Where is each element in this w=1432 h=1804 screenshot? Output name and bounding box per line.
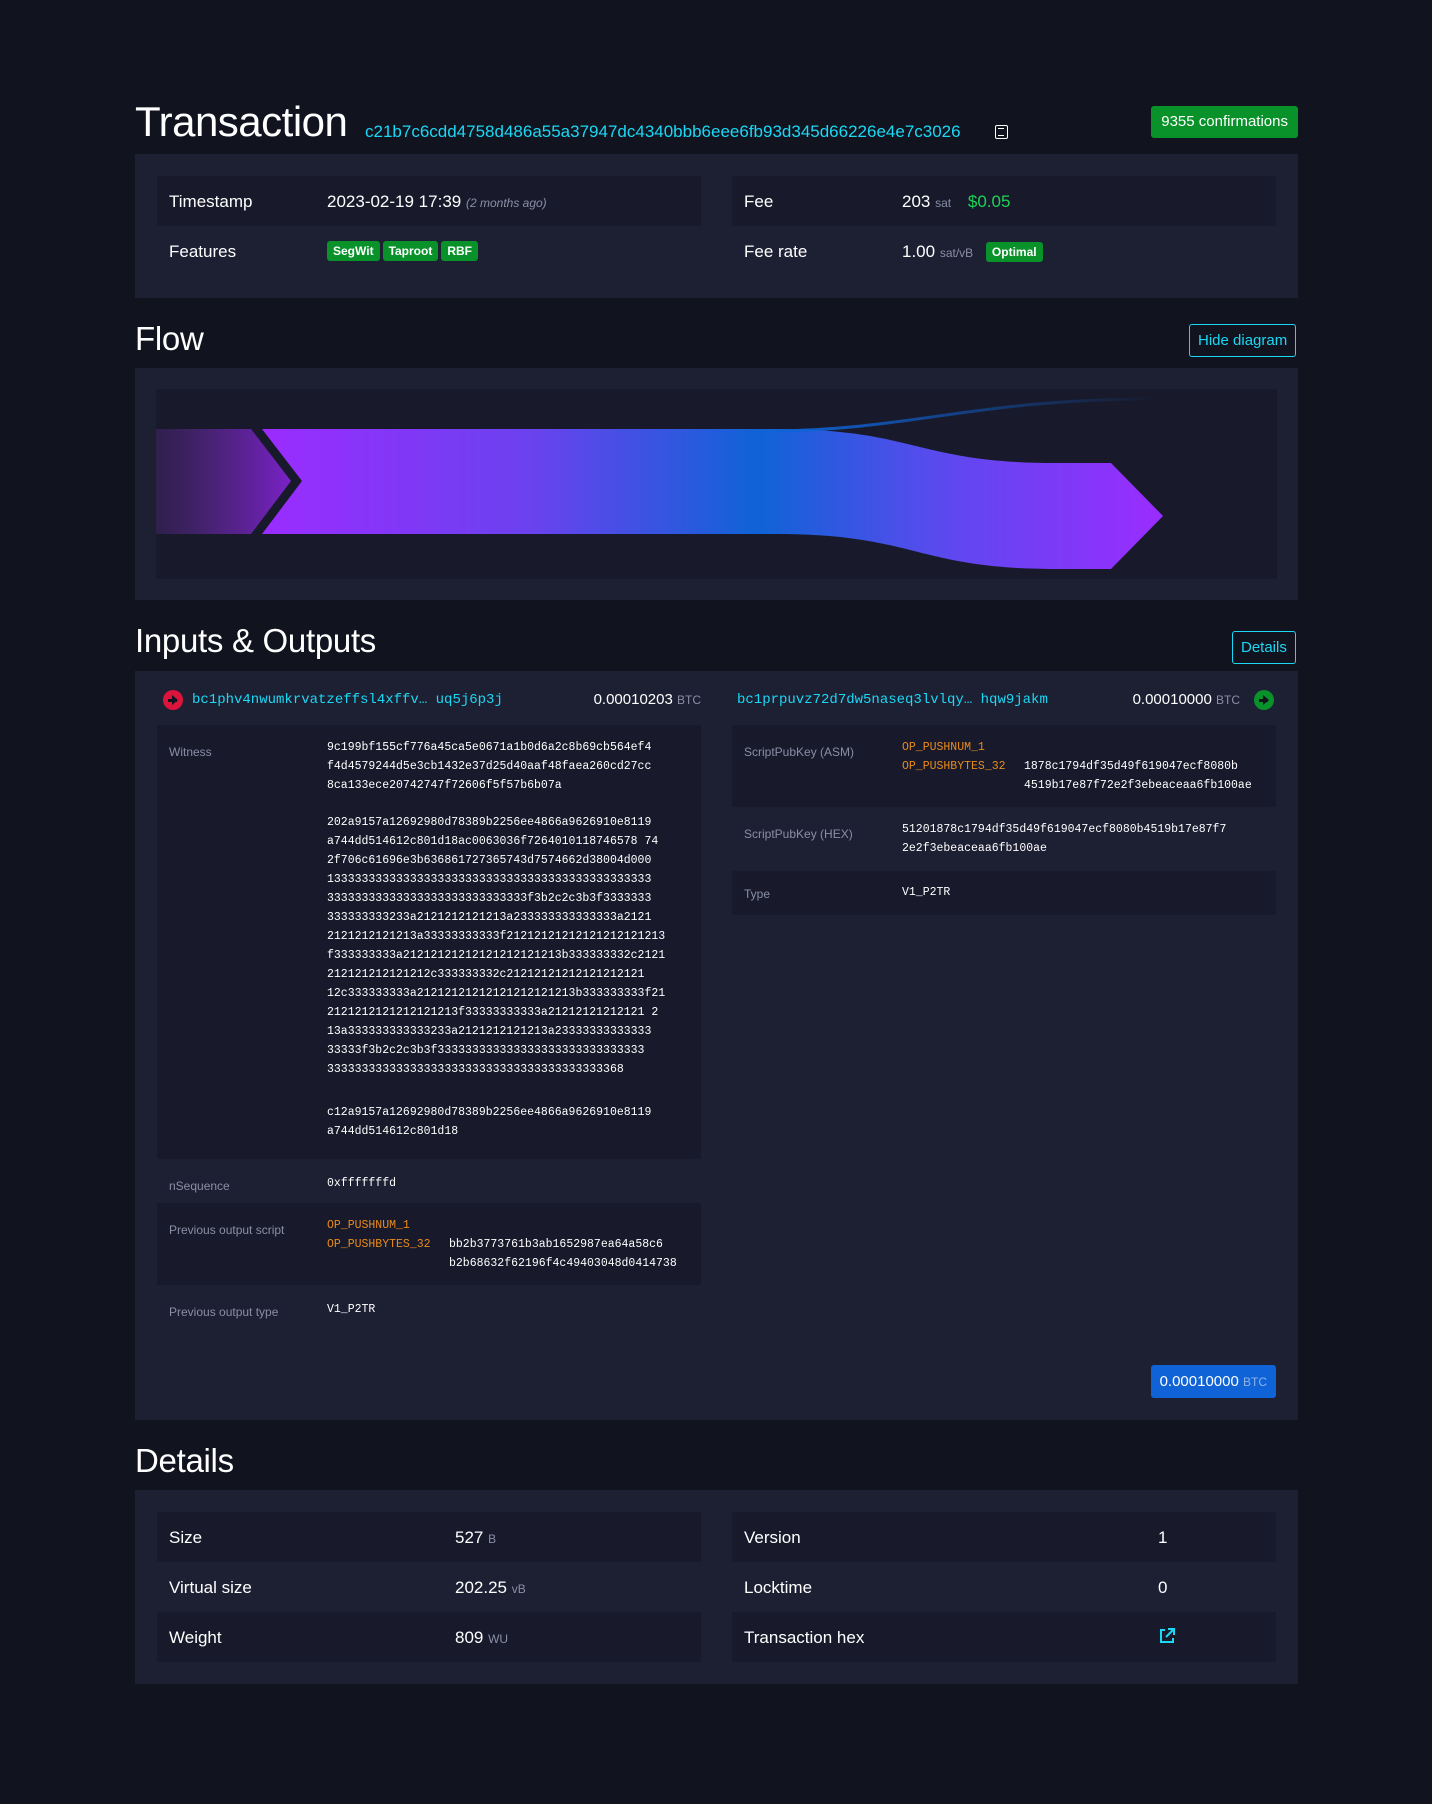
- prev-type-label: Previous output type: [169, 1305, 279, 1319]
- io-title: Inputs & Outputs: [135, 622, 377, 659]
- tx-hex-row: Transaction hex: [732, 1612, 1276, 1662]
- witness-label: Witness: [169, 745, 212, 759]
- feerate-badge: Optimal: [985, 242, 1043, 262]
- asm-label: ScriptPubKey (ASM): [744, 745, 855, 759]
- feature-badge-segwit[interactable]: SegWit: [327, 241, 380, 261]
- total-amount: 0.00010000: [1159, 1373, 1239, 1390]
- vsize-unit: vB: [511, 1582, 526, 1596]
- witness-item-1: 9c199bf155cf776a45ca5e0671a1b0d6a2c8b69c…: [327, 741, 652, 792]
- prev-type-value: V1_P2TR: [327, 1303, 376, 1316]
- confirmations-badge: 9355 confirmations: [1151, 106, 1298, 138]
- witness-item-2: 202a9157a12692980d78389b2256ee4866a96269…: [327, 816, 666, 1076]
- input-address-row: bc1phv4nwumkrvatzeffsl4xffv… uq5j6p3j 0.…: [163, 689, 701, 715]
- prev-script-op2: OP_PUSHBYTES_32: [327, 1238, 431, 1251]
- summary-panel: Timestamp 2023-02-19 17:39 (2 months ago…: [135, 154, 1298, 298]
- hex-row: ScriptPubKey (HEX) 51201878c1794df35d49f…: [732, 807, 1276, 871]
- weight-value: 809: [455, 1628, 484, 1647]
- fee-value: 203: [902, 192, 931, 211]
- prev-script-data: bb2b3773761b3ab1652987ea64a58c6 b2b68632…: [449, 1238, 677, 1270]
- tx-hex-label: Transaction hex: [744, 1628, 865, 1647]
- output-unit: BTC: [1216, 693, 1240, 707]
- vsize-value: 202.25: [455, 1578, 507, 1597]
- vsize-row: Virtual size 202.25 vB: [157, 1562, 701, 1612]
- weight-unit: WU: [488, 1632, 509, 1646]
- version-row: Version 1: [732, 1512, 1276, 1562]
- feerate-row: Fee rate 1.00 sat/vB Optimal: [732, 226, 1276, 276]
- timestamp-row: Timestamp 2023-02-19 17:39 (2 months ago…: [157, 176, 701, 226]
- output-arrow-icon[interactable]: [1254, 690, 1274, 710]
- prev-type-row: Previous output type V1_P2TR: [157, 1285, 701, 1331]
- feature-badge-taproot[interactable]: Taproot: [382, 241, 439, 261]
- fee-row: Fee 203 sat $0.05: [732, 176, 1276, 226]
- input-address[interactable]: bc1phv4nwumkrvatzeffsl4xffv… uq5j6p3j: [192, 692, 503, 708]
- size-row: Size 527 B: [157, 1512, 701, 1562]
- input-unit: BTC: [677, 693, 701, 707]
- witness-block: Witness 9c199bf155cf776a45ca5e0671a1b0d6…: [157, 725, 701, 1159]
- witness-item-3: c12a9157a12692980d78389b2256ee4866a96269…: [327, 1106, 652, 1138]
- txid-link[interactable]: c21b7c6cdd4758d486a55a37947dc4340bbb6eee…: [365, 122, 961, 142]
- prev-script-label: Previous output script: [169, 1223, 285, 1237]
- hide-diagram-button[interactable]: Hide diagram: [1189, 324, 1297, 357]
- timestamp-value: 2023-02-19 17:39: [327, 192, 462, 211]
- feerate-label: Fee rate: [744, 242, 808, 261]
- asm-row: ScriptPubKey (ASM) OP_PUSHNUM_1 OP_PUSHB…: [732, 725, 1276, 807]
- features-row: Features SegWit Taproot RBF: [157, 226, 701, 276]
- timestamp-ago: (2 months ago): [465, 196, 547, 210]
- version-value: 1: [1158, 1528, 1168, 1547]
- prev-script-op1: OP_PUSHNUM_1: [327, 1219, 410, 1232]
- feerate-unit: sat/vB: [939, 246, 974, 260]
- hex-label: ScriptPubKey (HEX): [744, 827, 853, 841]
- output-address[interactable]: bc1prpuvz72d7dw5naseq3lvlqy… hqw9jakm: [737, 692, 1048, 708]
- locktime-value: 0: [1158, 1578, 1168, 1597]
- timestamp-label: Timestamp: [169, 192, 253, 211]
- total-amount-badge: 0.00010000 BTC: [1150, 1365, 1276, 1398]
- page-title: Transaction: [135, 98, 348, 145]
- weight-row: Weight 809 WU: [157, 1612, 701, 1662]
- weight-label: Weight: [169, 1628, 222, 1647]
- copy-icon[interactable]: [995, 125, 1008, 139]
- flow-diagram: [156, 389, 1277, 579]
- details-panel: Size 527 B Virtual size 202.25 vB Weight…: [135, 1490, 1298, 1684]
- locktime-label: Locktime: [744, 1578, 813, 1597]
- total-unit: BTC: [1243, 1375, 1267, 1389]
- flow-title: Flow: [135, 320, 204, 357]
- feature-badge-rbf[interactable]: RBF: [441, 241, 479, 261]
- transaction-header: Transaction c21b7c6cdd4758d486a55a37947d…: [135, 98, 1298, 148]
- locktime-row: Locktime 0: [732, 1562, 1276, 1612]
- flow-panel: [135, 368, 1298, 600]
- size-unit: B: [488, 1532, 497, 1546]
- type-row: Type V1_P2TR: [732, 871, 1276, 915]
- external-link-icon[interactable]: [1158, 1627, 1176, 1645]
- hex-value: 51201878c1794df35d49f619047ecf8080b4519b…: [902, 823, 1227, 855]
- nsequence-value: 0xfffffffd: [327, 1177, 397, 1190]
- feerate-value: 1.00: [902, 242, 936, 261]
- fee-label: Fee: [744, 192, 774, 211]
- nsequence-label: nSequence: [169, 1179, 230, 1193]
- input-arrow-icon[interactable]: [163, 690, 183, 710]
- prev-script-row: Previous output script OP_PUSHNUM_1 OP_P…: [157, 1203, 701, 1285]
- io-panel: bc1phv4nwumkrvatzeffsl4xffv… uq5j6p3j 0.…: [135, 671, 1298, 1420]
- type-value: V1_P2TR: [902, 886, 951, 899]
- details-toggle-button[interactable]: Details: [1232, 631, 1296, 664]
- vsize-label: Virtual size: [169, 1578, 252, 1597]
- features-label: Features: [169, 242, 237, 261]
- fee-fiat: $0.05: [967, 192, 1011, 211]
- asm-op2: OP_PUSHBYTES_32: [902, 760, 1006, 773]
- version-label: Version: [744, 1528, 801, 1547]
- output-amount: 0.00010000: [1132, 691, 1212, 708]
- input-amount: 0.00010203: [593, 691, 673, 708]
- output-address-row: bc1prpuvz72d7dw5naseq3lvlqy… hqw9jakm 0.…: [737, 689, 1276, 715]
- fee-unit: sat: [935, 196, 952, 210]
- asm-op1: OP_PUSHNUM_1: [902, 741, 985, 754]
- details-title: Details: [135, 1442, 234, 1479]
- asm-data: 1878c1794df35d49f619047ecf8080b 4519b17e…: [1024, 760, 1252, 792]
- size-value: 527: [455, 1528, 484, 1547]
- size-label: Size: [169, 1528, 203, 1547]
- nsequence-row: nSequence 0xfffffffd: [157, 1159, 701, 1203]
- type-label: Type: [744, 887, 771, 901]
